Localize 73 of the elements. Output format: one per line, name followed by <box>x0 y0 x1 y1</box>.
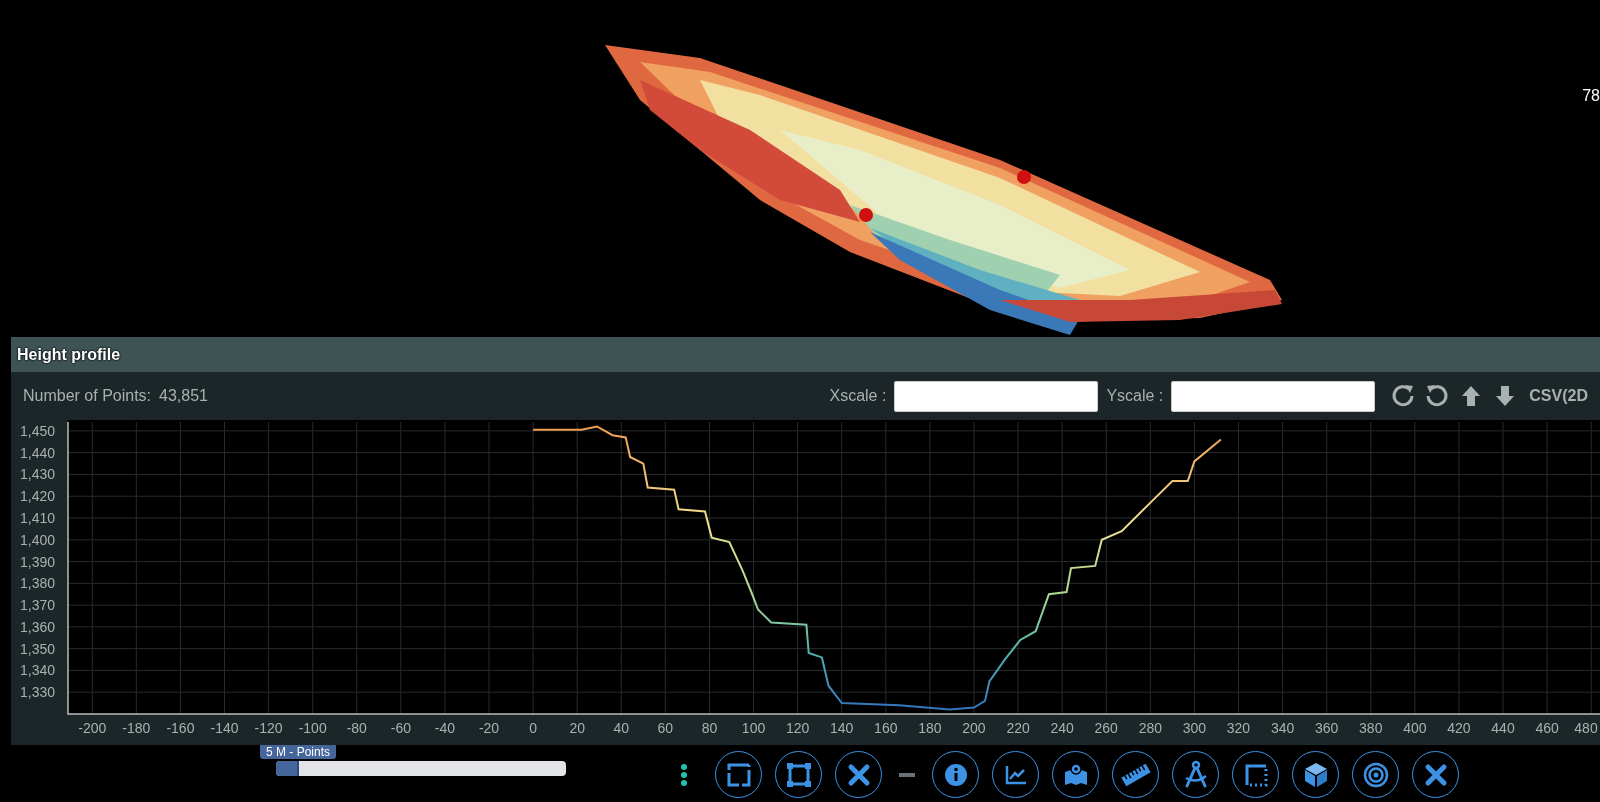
scale-label: Xscale : <box>829 386 887 406</box>
points-count: 43,851 <box>159 386 208 406</box>
tool-button[interactable] <box>1052 751 1099 798</box>
x-tick-label: 480 <box>1574 720 1598 736</box>
y-tick-label: 1,410 <box>19 510 55 526</box>
x-tick-label: 420 <box>1447 720 1471 736</box>
x-tick-label: 80 <box>701 720 718 736</box>
tool-button[interactable] <box>1412 751 1459 798</box>
tool-button[interactable] <box>715 751 762 798</box>
x-tick-label: 380 <box>1359 720 1383 736</box>
scale-input[interactable] <box>1171 380 1376 412</box>
panel-title: Height profile <box>17 344 121 365</box>
csv-export-button[interactable]: CSV(2D <box>1519 384 1588 408</box>
x-tick-label: 120 <box>785 720 810 736</box>
x-tick-label: 140 <box>830 720 854 736</box>
x-tick-label: -40 <box>434 720 456 736</box>
tool-button[interactable] <box>932 751 979 798</box>
x-tick-label: 60 <box>657 720 674 736</box>
slider-tooltip: 5 M - Points <box>260 745 337 759</box>
tool-button[interactable] <box>1292 751 1339 798</box>
x-tick-label: 400 <box>1403 720 1427 736</box>
x-tick-label: 20 <box>569 720 585 736</box>
y-tick-label: 1,450 <box>19 422 55 439</box>
y-tick-label: 1,400 <box>19 531 55 548</box>
points-label: Number of Points: <box>23 386 152 406</box>
x-tick-label: 240 <box>1050 720 1074 736</box>
scale-input[interactable] <box>894 380 1099 412</box>
x-tick-label: 180 <box>918 720 942 736</box>
x-tick-label: -160 <box>166 720 195 736</box>
y-tick-label: 1,370 <box>19 597 55 614</box>
x-tick-label: -120 <box>254 720 283 736</box>
y-tick-label: 1,390 <box>19 553 55 570</box>
more-menu-icon[interactable] <box>680 762 688 787</box>
y-tick-label: 1,360 <box>19 618 55 635</box>
x-tick-label: 160 <box>874 720 898 736</box>
y-tick-label: 1,440 <box>19 444 55 461</box>
x-tick-label: 200 <box>962 720 986 736</box>
scale-label: Yscale : <box>1106 386 1164 406</box>
x-tick-label: 40 <box>613 720 630 736</box>
tool-button[interactable] <box>1172 751 1219 798</box>
x-tick-label: 280 <box>1138 720 1162 736</box>
x-tick-label: 440 <box>1491 720 1515 736</box>
toolbar-separator <box>899 772 915 777</box>
y-tick-label: 1,350 <box>19 640 55 657</box>
tool-button[interactable] <box>1112 751 1159 798</box>
viewer-label: 78 <box>1582 86 1600 106</box>
tool-button[interactable] <box>992 751 1039 798</box>
y-tick-label: 1,340 <box>19 662 55 679</box>
tool-button[interactable] <box>835 751 882 798</box>
x-tick-label: -140 <box>210 720 239 736</box>
point-budget-slider[interactable] <box>276 761 566 776</box>
x-tick-label: 260 <box>1094 720 1118 736</box>
y-tick-label: 1,380 <box>19 575 55 592</box>
x-tick-label: 340 <box>1270 720 1295 736</box>
x-tick-label: 300 <box>1182 720 1207 736</box>
x-tick-label: -200 <box>78 720 107 736</box>
y-tick-label: 1,330 <box>19 684 55 701</box>
x-tick-label: -80 <box>346 720 367 736</box>
x-tick-label: 100 <box>741 720 766 736</box>
x-tick-label: 460 <box>1535 720 1559 736</box>
x-tick-label: -20 <box>478 720 500 736</box>
x-tick-label: 360 <box>1315 720 1339 736</box>
tool-button[interactable] <box>775 751 822 798</box>
x-tick-label: 0 <box>529 720 537 736</box>
x-tick-label: 320 <box>1226 720 1251 736</box>
x-tick-label: 220 <box>1006 720 1030 736</box>
tool-button[interactable] <box>1352 751 1399 798</box>
x-tick-label: -180 <box>122 720 151 736</box>
tool-button[interactable] <box>1232 751 1279 798</box>
x-tick-label: -60 <box>390 720 411 736</box>
y-tick-label: 1,430 <box>19 466 55 483</box>
x-tick-label: -100 <box>298 720 327 736</box>
y-tick-label: 1,420 <box>19 488 55 505</box>
